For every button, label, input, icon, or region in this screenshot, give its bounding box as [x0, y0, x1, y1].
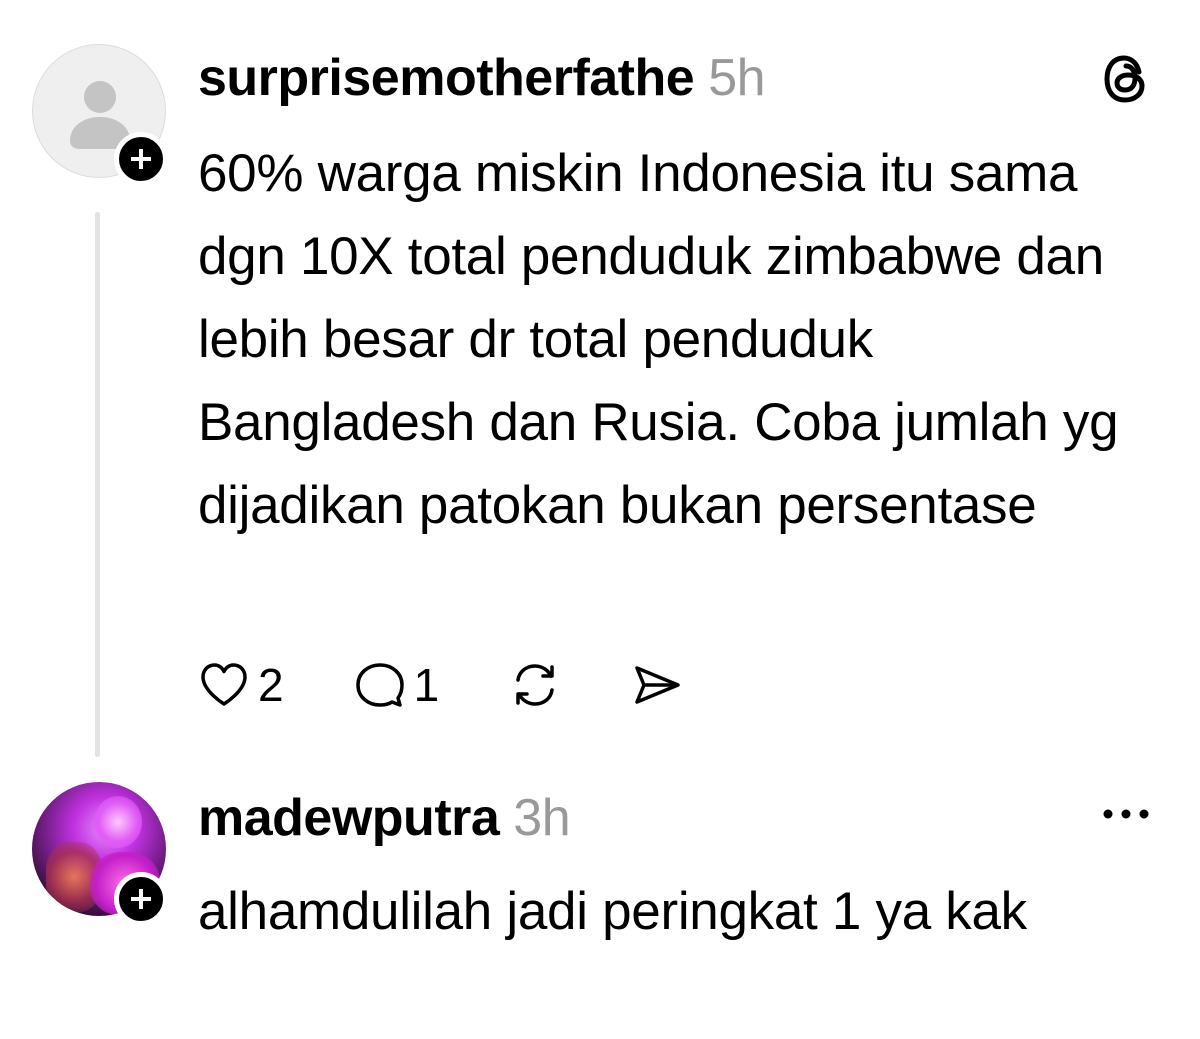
action-bar: 2 1 [198, 660, 753, 710]
timestamp: 5h [708, 49, 766, 107]
post-madewputra: madewputra 3h alhamdulilah jadi peringkat… [0, 760, 1200, 1039]
plus-icon [131, 149, 151, 169]
username-link[interactable]: surprisemotherfathe [198, 49, 695, 107]
follow-plus-button[interactable] [114, 132, 168, 186]
like-button[interactable]: 2 [198, 660, 284, 710]
repost-icon [516, 664, 554, 706]
follow-plus-button[interactable] [114, 872, 168, 926]
avatar-photo-detail [94, 796, 142, 848]
thread-line [95, 212, 100, 757]
plus-icon [131, 889, 151, 909]
reply-button[interactable]: 1 [354, 659, 440, 711]
username-link[interactable]: madewputra [198, 789, 500, 847]
post-header: surprisemotherfathe 5h [198, 48, 766, 108]
comment-icon [355, 663, 404, 707]
repost-button[interactable] [509, 660, 561, 710]
post-surprisemotherfathe: surprisemotherfathe 5h 60% warga miskin I… [0, 0, 1200, 760]
heart-icon [201, 663, 247, 706]
reply-count: 1 [413, 659, 440, 711]
like-count: 2 [258, 659, 284, 711]
timestamp: 3h [513, 789, 571, 847]
post-body: alhamdulilah jadi peringkat 1 ya kak [198, 882, 1027, 941]
more-options-icon[interactable] [1100, 804, 1152, 829]
post-body: 60% warga miskin Indonesia itu sama dgn … [198, 144, 1119, 535]
threads-logo-icon[interactable] [1100, 52, 1152, 111]
post-header: madewputra 3h [198, 788, 571, 848]
send-icon [635, 666, 680, 704]
share-button[interactable] [631, 660, 683, 710]
